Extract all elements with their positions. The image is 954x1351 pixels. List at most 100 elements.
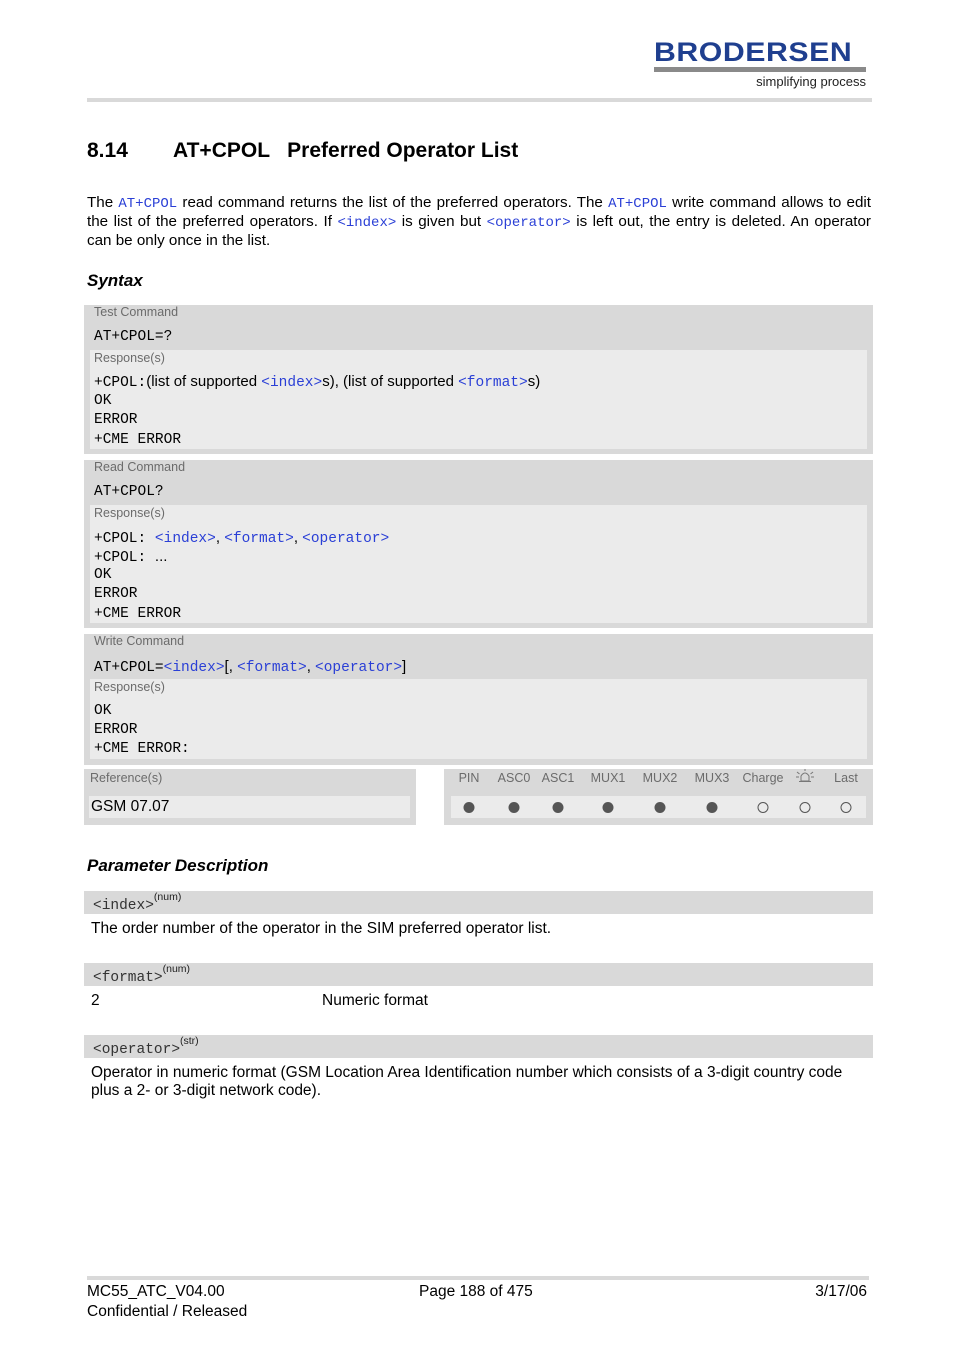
- param-link-format[interactable]: <format>: [224, 531, 294, 547]
- footer-doc-id: MC55_ATC_V04.00: [87, 1283, 225, 1300]
- section-title-text: AT+CPOL Preferred Operator List: [173, 139, 519, 162]
- param-link-index[interactable]: <index>: [261, 375, 322, 391]
- command-text: ]: [402, 658, 407, 675]
- param-value-description-format: Numeric format: [322, 992, 428, 1009]
- avail-dot-mux3: [706, 802, 718, 813]
- read-command-label: Read Command: [94, 460, 186, 474]
- param-type: (num): [162, 963, 191, 975]
- param-link-operator[interactable]: <operator>: [302, 531, 389, 547]
- test-command: AT+CPOL=?: [94, 329, 173, 345]
- param-header-index: <index>(num): [84, 891, 873, 914]
- logo-bar: [654, 67, 866, 72]
- param-link-index[interactable]: <index>: [164, 660, 225, 676]
- avail-header-mux3: MUX3: [694, 771, 730, 785]
- avail-dot-charge: [757, 802, 769, 813]
- reference-box: Reference(s) GSM 07.07: [84, 769, 416, 825]
- response-cme-error: +CME ERROR: [94, 606, 182, 622]
- parameter-description-heading: Parameter Description: [87, 856, 269, 875]
- response-error: ERROR: [94, 412, 138, 428]
- ellipsis: ...: [154, 548, 168, 565]
- response-prefix: +CPOL:: [94, 550, 155, 566]
- test-response-box: Response(s) +CPOL:(list of supported <in…: [90, 350, 867, 449]
- response-error: ERROR: [94, 722, 138, 738]
- test-command-box: Test Command AT+CPOL=? Response(s) +CPOL…: [84, 305, 873, 454]
- separator: ,: [215, 529, 225, 546]
- avail-dot-asc0: [508, 802, 520, 813]
- param-link-operator[interactable]: <operator>: [315, 660, 402, 676]
- command-text: ,: [306, 658, 316, 675]
- write-response-box: Response(s) OK ERROR +CME ERROR:: [90, 679, 867, 759]
- response-text: s), (list of supported: [322, 373, 459, 390]
- response-label: Response(s): [94, 680, 165, 694]
- description-line: plus a 2- or 3-digit network code).: [91, 1082, 322, 1099]
- footer-page-number: Page 188 of 475: [419, 1283, 533, 1300]
- response-text: s): [527, 373, 541, 390]
- separator: ,: [293, 529, 303, 546]
- response-ok: OK: [94, 567, 112, 583]
- response-error: ERROR: [94, 586, 138, 602]
- logo-tagline: simplifying process: [756, 74, 866, 89]
- param-name-text: <index>: [93, 897, 154, 914]
- avail-dot-mux1: [602, 802, 614, 813]
- intro-text: read command returns the list of the pre…: [177, 194, 609, 211]
- param-header-format: <format>(num): [84, 963, 873, 986]
- avail-header-charge: Charge: [742, 771, 784, 785]
- reference-label: Reference(s): [90, 771, 163, 785]
- availability-row: [451, 796, 866, 818]
- avail-header-last: Last: [834, 771, 858, 785]
- test-command-label: Test Command: [94, 305, 179, 319]
- response-ok: OK: [94, 393, 112, 409]
- command-text: [,: [224, 658, 238, 675]
- param-name: <index>(num): [93, 891, 182, 914]
- write-command-label: Write Command: [94, 634, 185, 648]
- param-type: (num): [153, 891, 182, 903]
- param-name-text: <format>: [93, 969, 163, 986]
- param-link-index[interactable]: <index>: [155, 531, 216, 547]
- response-ok: OK: [94, 703, 112, 719]
- param-link-operator[interactable]: <operator>: [487, 215, 571, 231]
- avail-header-mux2: MUX2: [642, 771, 678, 785]
- avail-dot-asc1: [552, 802, 564, 813]
- cmd-link-at-cpol[interactable]: AT+CPOL: [608, 196, 667, 212]
- brodersen-logo: BRODERSEN simplifying process: [654, 38, 866, 94]
- syntax-heading: Syntax: [87, 271, 143, 290]
- param-name: <operator>(str): [93, 1035, 199, 1058]
- avail-header-pin: PIN: [458, 771, 480, 785]
- param-link-index[interactable]: <index>: [337, 215, 396, 231]
- intro-text: The: [87, 194, 119, 211]
- avail-header-mux1: MUX1: [590, 771, 626, 785]
- read-response-box: Response(s) +CPOL: <index>, <format>, <o…: [90, 505, 867, 623]
- read-response-line-2: +CPOL: ...: [94, 548, 167, 566]
- avail-header-asc0: ASC0: [497, 771, 531, 785]
- param-link-format[interactable]: <format>: [237, 660, 307, 676]
- param-value-format: 2: [91, 992, 100, 1009]
- response-prefix: +CPOL:: [94, 531, 155, 547]
- cmd-link-at-cpol[interactable]: AT+CPOL: [118, 196, 177, 212]
- logo-wordmark: BRODERSEN: [654, 37, 853, 67]
- section-title: 8.14 AT+CPOL Preferred Operator List: [87, 139, 518, 163]
- avail-dot-alarm: [799, 802, 811, 813]
- header-divider: [87, 98, 872, 102]
- description-line: Operator in numeric format (GSM Location…: [91, 1064, 843, 1081]
- command-prefix: AT+CPOL=: [94, 660, 164, 676]
- read-response-line: +CPOL: <index>, <format>, <operator>: [94, 529, 389, 547]
- param-type: (str): [180, 1035, 199, 1047]
- param-link-format[interactable]: <format>: [458, 375, 528, 391]
- avail-dot-mux2: [654, 802, 666, 813]
- param-name-text: <operator>: [93, 1041, 181, 1058]
- footer-status: Confidential / Released: [87, 1303, 248, 1320]
- param-name: <format>(num): [93, 963, 191, 986]
- footer-date: 3/17/06: [815, 1283, 867, 1300]
- response-prefix: +CPOL:: [94, 375, 147, 391]
- response-text: (list of supported: [146, 373, 262, 390]
- intro-text: is given but: [396, 213, 487, 230]
- param-description-index: The order number of the operator in the …: [91, 920, 552, 937]
- response-cme-error: +CME ERROR: [94, 432, 182, 448]
- intro-paragraph: The AT+CPOL read command returns the lis…: [87, 194, 871, 250]
- response-label: Response(s): [94, 351, 165, 365]
- reference-value: GSM 07.07: [89, 796, 410, 818]
- param-description-operator: Operator in numeric format (GSM Location…: [91, 1064, 871, 1100]
- footer-divider: [87, 1276, 869, 1280]
- availability-table: PIN ASC0 ASC1 MUX1 MUX2 MUX3 Charge Last: [444, 769, 873, 825]
- response-label: Response(s): [94, 506, 165, 520]
